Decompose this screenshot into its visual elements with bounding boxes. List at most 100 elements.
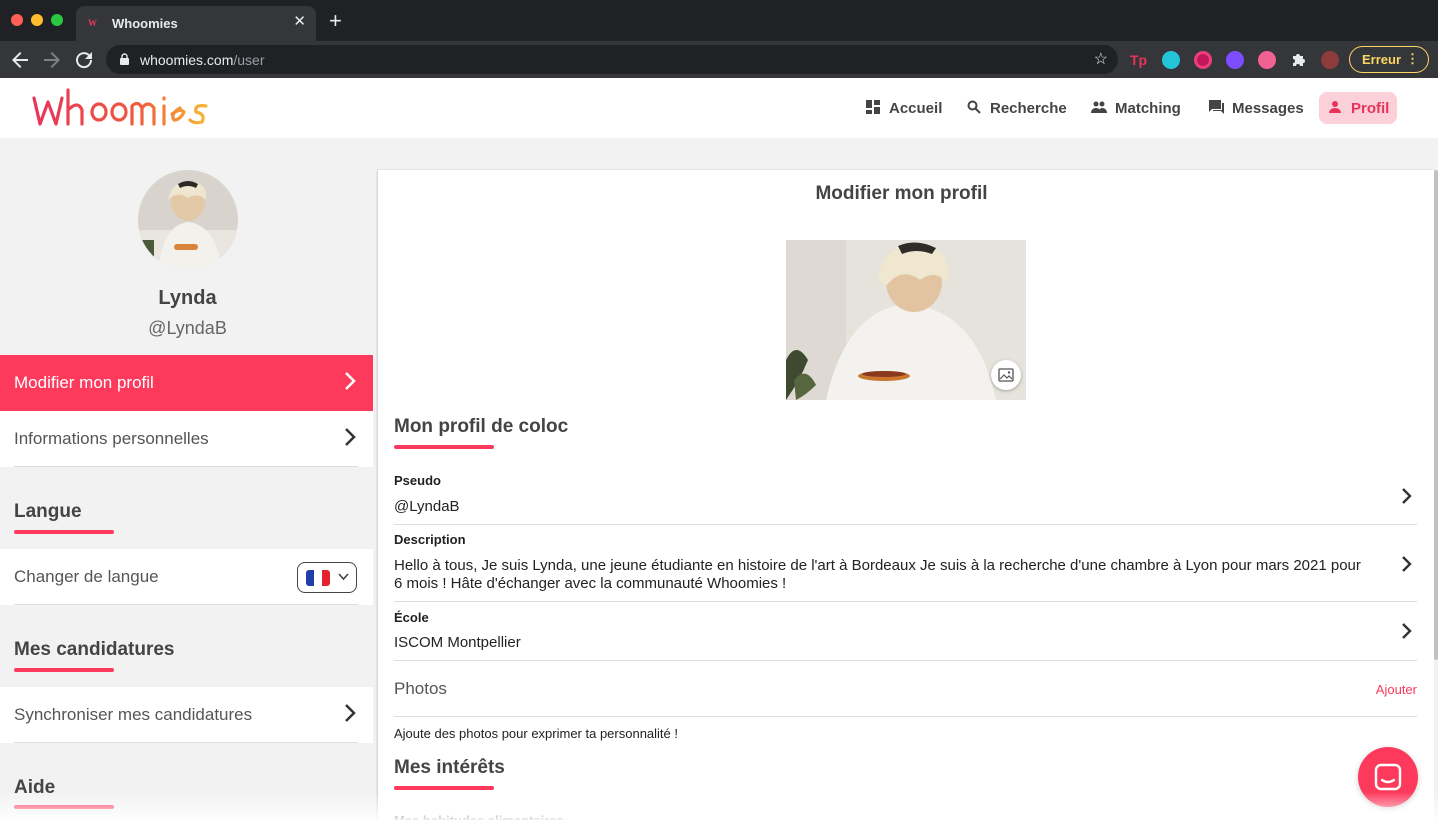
field-value: Hello à tous, Je suis Lynda, une jeune é…	[394, 557, 1361, 592]
nav-matching-label: Matching	[1115, 99, 1181, 117]
window-maximize-button[interactable]	[51, 14, 63, 26]
nav-accueil-label: Accueil	[889, 99, 943, 117]
chat-bubble-icon	[1374, 763, 1402, 791]
edit-profile-panel: Modifier mon profil Mon profil de coloc …	[378, 170, 1434, 820]
section-title-coloc-profile: Mon profil de coloc	[394, 416, 569, 437]
puzzle-extensions-icon[interactable]	[1290, 51, 1308, 69]
divider	[14, 742, 358, 743]
field-label: Pseudo	[394, 473, 441, 488]
divider	[394, 716, 1417, 717]
language-select[interactable]	[297, 562, 357, 593]
field-label: École	[394, 610, 429, 625]
extension-pink-icon[interactable]	[1194, 51, 1212, 69]
kebab-menu-icon: ⋮	[1406, 51, 1419, 66]
sidebar-item-label: Synchroniser mes candidatures	[14, 705, 253, 724]
user-handle: @LyndaB	[148, 318, 227, 338]
image-icon	[998, 368, 1014, 382]
chevron-right-icon	[1402, 556, 1412, 572]
chat-icon	[1208, 99, 1224, 117]
profile-error-button[interactable]: Erreur ⋮	[1349, 46, 1429, 73]
field-value: ISCOM Montpellier	[394, 634, 521, 651]
new-tab-icon[interactable]: +	[329, 10, 342, 32]
section-title-interests: Mes intérêts	[394, 757, 505, 778]
scrollbar[interactable]	[1434, 170, 1438, 660]
sidebar-item-change-language[interactable]: Changer de langue	[0, 549, 373, 605]
field-pseudo[interactable]: Pseudo @LyndaB	[394, 473, 1417, 525]
field-description[interactable]: Description Hello à tous, Je suis Lynda,…	[394, 532, 1417, 602]
divider	[394, 660, 1417, 661]
nav-messages[interactable]: Messages	[1208, 92, 1304, 124]
cut-off-field-label: Mes habitudes alimentaires	[394, 815, 564, 820]
section-heading-applications: Mes candidatures	[14, 639, 175, 660]
france-flag-icon	[306, 570, 330, 586]
browser-toolbar: whoomies.com/user ☆ Tp Erreur ⋮	[0, 41, 1438, 78]
section-heading-help: Aide	[14, 777, 56, 798]
chevron-right-icon	[345, 372, 356, 390]
browser-tab[interactable]: W Whoomies ✕	[76, 6, 316, 41]
url-text: whoomies.com/user	[140, 52, 265, 68]
divider	[14, 466, 358, 467]
star-icon[interactable]: ☆	[1094, 49, 1108, 69]
sidebar-item-sync-applications[interactable]: Synchroniser mes candidatures	[0, 687, 373, 743]
section-heading-language: Langue	[14, 501, 82, 522]
person-icon	[1327, 100, 1343, 116]
nav-profil[interactable]: Profil	[1319, 92, 1398, 124]
sidebar-item-label: Modifier mon profil	[14, 373, 154, 392]
avatar	[138, 170, 238, 270]
whoomies-logo[interactable]	[30, 84, 210, 137]
tab-title: Whoomies	[112, 16, 178, 31]
field-value: @LyndaB	[394, 498, 460, 515]
support-chat-button[interactable]	[1358, 747, 1418, 807]
sidebar-item-label: Changer de langue	[14, 567, 159, 586]
sidebar-item-personal-info[interactable]: Informations personnelles	[0, 411, 373, 467]
chevron-right-icon	[1402, 488, 1412, 504]
extension-check-icon[interactable]	[1258, 51, 1276, 69]
window-close-button[interactable]	[11, 14, 23, 26]
extension-purple-icon[interactable]	[1226, 51, 1244, 69]
chevron-down-icon	[338, 573, 349, 581]
browser-tabstrip: W Whoomies ✕ +	[0, 0, 1438, 41]
tab-favicon-icon: W	[88, 18, 97, 28]
divider	[394, 601, 1417, 602]
nav-matching[interactable]: Matching	[1091, 92, 1181, 124]
chevron-right-icon	[345, 704, 356, 722]
add-photos-link[interactable]: Ajouter	[1376, 682, 1417, 697]
sidebar-item-label: Informations personnelles	[14, 429, 209, 448]
page-title: Modifier mon profil	[815, 183, 988, 204]
window-minimize-button[interactable]	[31, 14, 43, 26]
nav-recherche[interactable]: Recherche	[966, 92, 1067, 124]
chevron-right-icon	[1402, 623, 1412, 639]
profile-avatar-icon[interactable]	[1321, 51, 1339, 69]
lock-icon	[120, 53, 129, 65]
profile-sidebar: Lynda @LyndaB Modifier mon profil Inform…	[0, 138, 373, 820]
nav-profil-label: Profil	[1351, 99, 1390, 117]
section-underline	[394, 786, 494, 790]
tab-close-icon[interactable]: ✕	[293, 14, 306, 30]
reload-icon[interactable]	[72, 48, 96, 72]
section-underline	[14, 668, 114, 672]
divider	[394, 524, 1417, 525]
divider	[14, 604, 358, 605]
section-underline	[394, 445, 494, 449]
chevron-right-icon	[345, 428, 356, 446]
forward-arrow-icon[interactable]	[40, 48, 64, 72]
back-arrow-icon[interactable]	[8, 48, 32, 72]
extension-tp-icon[interactable]: Tp	[1130, 51, 1148, 69]
section-underline	[14, 805, 114, 809]
section-underline	[14, 530, 114, 534]
change-photo-button[interactable]	[991, 360, 1021, 390]
extension-cyan-icon[interactable]	[1162, 51, 1180, 69]
profile-photo[interactable]	[786, 240, 1026, 400]
sidebar-item-edit-profile[interactable]: Modifier mon profil	[0, 355, 373, 411]
nav-recherche-label: Recherche	[990, 99, 1067, 117]
field-school[interactable]: École ISCOM Montpellier	[394, 610, 1417, 661]
address-bar[interactable]: whoomies.com/user ☆	[106, 45, 1118, 74]
nav-messages-label: Messages	[1232, 99, 1304, 117]
field-label: Description	[394, 532, 466, 547]
nav-accueil[interactable]: Accueil	[865, 92, 942, 124]
photos-hint: Ajoute des photos pour exprimer ta perso…	[394, 726, 679, 741]
user-name: Lynda	[158, 287, 217, 309]
search-icon	[966, 100, 982, 117]
dashboard-icon	[865, 99, 881, 117]
photos-label: Photos	[394, 679, 447, 698]
